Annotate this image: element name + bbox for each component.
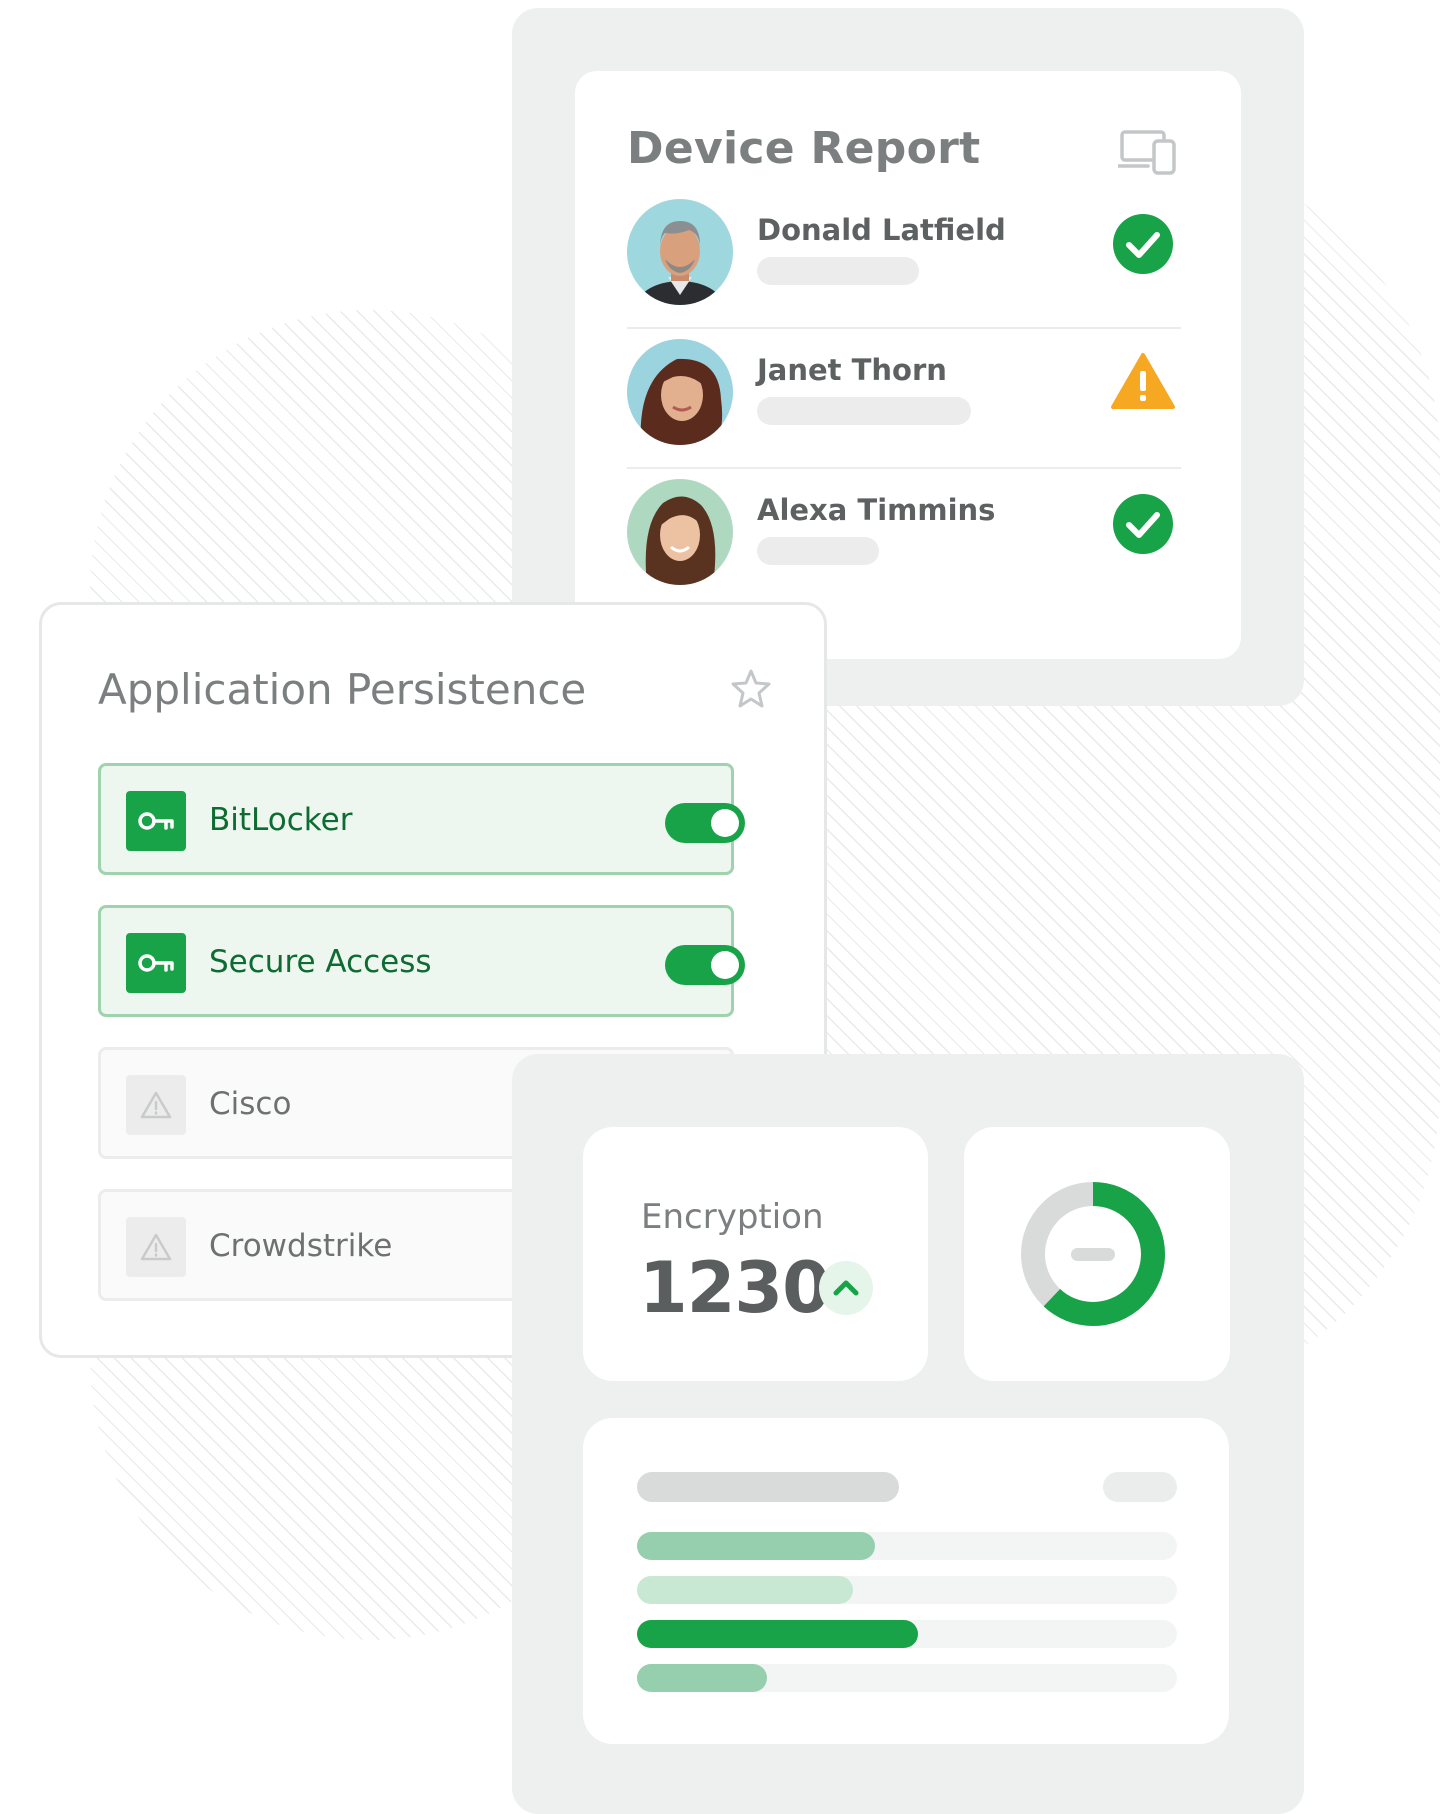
- app-item-secure-access[interactable]: Secure Access: [98, 905, 745, 1017]
- bars-header-placeholder: [637, 1472, 899, 1502]
- donut-card: [964, 1127, 1230, 1381]
- warning-icon: [126, 1217, 186, 1277]
- trend-badge: [819, 1261, 873, 1315]
- warning-triangle-icon: [1111, 353, 1175, 409]
- star-icon[interactable]: [729, 667, 773, 711]
- chevron-up-icon: [833, 1280, 859, 1296]
- app-item-label: BitLocker: [209, 802, 353, 838]
- list-item[interactable]: Donald Latfield: [627, 189, 1181, 329]
- progress-bar: [637, 1532, 1177, 1560]
- progress-bar: [637, 1576, 1177, 1604]
- device-report-card: Device Report Donald Latfield Janet Thor…: [575, 71, 1241, 659]
- device-report-title: Device Report: [627, 123, 981, 174]
- app-item-label: Secure Access: [209, 944, 432, 980]
- person-detail-placeholder: [757, 537, 879, 565]
- person-name: Donald Latfield: [757, 213, 1006, 247]
- progress-bar: [637, 1664, 1177, 1692]
- list-item[interactable]: Janet Thorn: [627, 329, 1181, 469]
- person-detail-placeholder: [757, 397, 971, 425]
- key-icon: [126, 933, 186, 993]
- app-item-bitlocker[interactable]: BitLocker: [98, 763, 745, 875]
- warning-icon: [126, 1075, 186, 1135]
- person-name: Janet Thorn: [757, 353, 947, 387]
- app-item-label: Crowdstrike: [209, 1228, 393, 1264]
- encryption-value: 1230: [639, 1247, 831, 1329]
- avatar: [627, 479, 733, 585]
- devices-icon[interactable]: [1118, 129, 1178, 175]
- progress-bar: [637, 1620, 1177, 1648]
- list-item[interactable]: Alexa Timmins: [627, 469, 1181, 607]
- avatar: [627, 199, 733, 305]
- application-persistence-title: Application Persistence: [98, 665, 587, 714]
- avatar: [627, 339, 733, 445]
- check-circle-icon: [1113, 494, 1173, 554]
- progress-bars-card: [583, 1418, 1229, 1744]
- app-item-label: Cisco: [209, 1086, 292, 1122]
- check-circle-icon: [1113, 214, 1173, 274]
- bitlocker-toggle[interactable]: [665, 803, 745, 843]
- donut-chart: [1021, 1182, 1165, 1326]
- person-name: Alexa Timmins: [757, 493, 996, 527]
- person-detail-placeholder: [757, 257, 919, 285]
- secure-access-toggle[interactable]: [665, 945, 745, 985]
- bars-header-placeholder-right: [1103, 1472, 1177, 1502]
- key-icon: [126, 791, 186, 851]
- encryption-card: Encryption 1230: [583, 1127, 928, 1381]
- encryption-label: Encryption: [641, 1197, 824, 1237]
